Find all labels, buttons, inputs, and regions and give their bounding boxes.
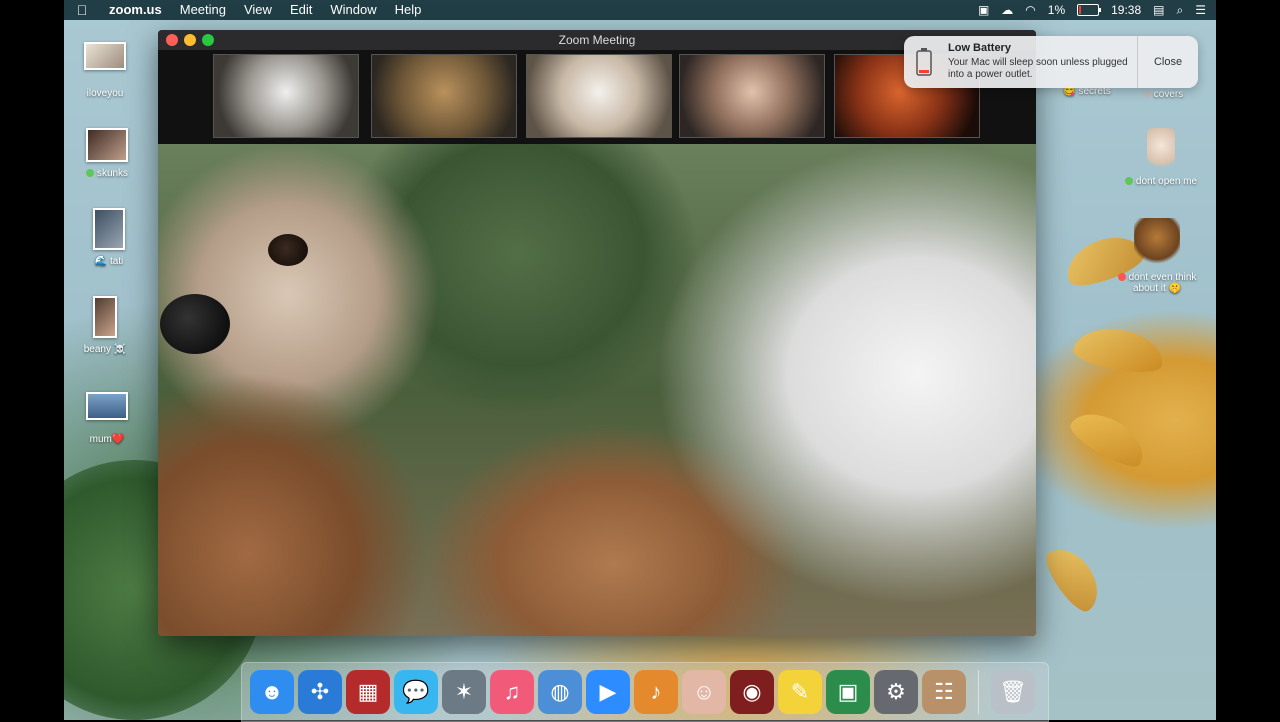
dock-stickies-icon[interactable]: ✎ (778, 670, 822, 714)
dock-launchpad-icon[interactable]: ✶ (442, 670, 486, 714)
menu-extras: ▣ ☁ ◠ 1% 19:38 ▤ ⌕ ☰ (978, 3, 1216, 18)
dock-face-app-icon[interactable]: ☺ (682, 670, 726, 714)
menu-clock[interactable]: 19:38 (1111, 3, 1141, 17)
dock-preview-icon[interactable]: ▣ (826, 670, 870, 714)
tag-dot (1124, 177, 1133, 186)
apple-menu-icon[interactable]:  (64, 2, 100, 18)
dock-contacts-icon[interactable]: ☷ (922, 670, 966, 714)
desktop-icon-emoji: 🤫 (1168, 283, 1182, 294)
window-title: Zoom Meeting (558, 33, 636, 47)
dock-messages-icon[interactable]: 💬 (394, 670, 438, 714)
menu-view[interactable]: View (235, 0, 281, 20)
participant-tile[interactable] (679, 54, 825, 138)
desktop-icon-iloveyou[interactable]: iloveyou (60, 42, 150, 99)
desktop-icon-mum[interactable]: mum❤️ (62, 392, 152, 445)
tag-dot (85, 169, 94, 178)
desktop-icon-dont-even-think[interactable]: dont even think about it 🤫 (1110, 218, 1204, 294)
dock-finder-icon[interactable]: ☻ (250, 670, 294, 714)
spotlight-search-icon[interactable]: ⌕ (1177, 3, 1184, 18)
desktop-icon-label-row: skunks (62, 168, 152, 179)
desktop-icon-label-row: dont even think about it 🤫 (1110, 272, 1204, 294)
desktop-icon-label: dont even think about it (1128, 272, 1197, 294)
video-dog-nose (160, 294, 230, 354)
participant-tile[interactable] (371, 54, 517, 138)
calendar-icon[interactable]: ▤ (1153, 3, 1164, 17)
notification-message: Your Mac will sleep soon unless plugged … (948, 57, 1128, 80)
desktop-icon-skunks[interactable]: skunks (62, 128, 152, 179)
minimize-window-button[interactable] (184, 34, 196, 46)
battery-icon[interactable] (1077, 4, 1102, 16)
notification-center-icon[interactable]: ☰ (1195, 3, 1206, 17)
menu-help[interactable]: Help (386, 0, 431, 20)
desktop-thumbnail (84, 42, 126, 70)
desktop-icon-label-row: beany ☠️ (60, 344, 150, 355)
desktop-icon-emoji: ❤️ (111, 434, 125, 445)
dock-safari-icon[interactable]: ✣ (298, 670, 342, 714)
desktop-icon-label-row: mum❤️ (62, 434, 152, 445)
desktop-thumbnail (93, 296, 117, 338)
desktop-icon-label: iloveyou (86, 88, 124, 99)
desktop-icon-tati[interactable]: 🌊 tati (64, 208, 154, 267)
participant-tile[interactable] (213, 54, 359, 138)
desktop-icon-label: beany (83, 344, 111, 355)
battery-percent: 1% (1047, 3, 1066, 17)
desktop-icon-covers[interactable]: covers (1118, 89, 1208, 100)
wallpaper-petal (1039, 539, 1109, 617)
desktop-icon-label-row: covers (1118, 89, 1208, 100)
desktop-thumbnail (93, 208, 125, 250)
zoom-meeting-window: Zoom Meeting (158, 30, 1036, 636)
desktop-icon-emoji: 🌊 (94, 256, 108, 267)
bunny-icon (1147, 128, 1175, 172)
creative-cloud-icon[interactable]: ☁ (1001, 3, 1013, 17)
dock-music-icon[interactable]: ♫ (490, 670, 534, 714)
menu-app-name[interactable]: zoom.us (100, 0, 171, 20)
menu-meeting[interactable]: Meeting (171, 0, 235, 20)
dock-garageband-icon[interactable]: ♪ (634, 670, 678, 714)
active-speaker-video[interactable] (158, 144, 1036, 636)
dock-zoom-icon[interactable]: ▶ (586, 670, 630, 714)
battery-warning-icon (904, 36, 944, 88)
dock-photo-booth-icon[interactable]: ▦ (346, 670, 390, 714)
participant-tile[interactable] (526, 54, 672, 138)
notification-title: Low Battery (948, 42, 1011, 54)
desktop-icon-emoji: ☠️ (113, 344, 127, 355)
dock-photo-booth-2-icon[interactable]: ◉ (730, 670, 774, 714)
desktop-icon-label: mum (89, 434, 112, 445)
dock-seal-app-icon[interactable]: ◍ (538, 670, 582, 714)
desktop-icon-label: covers (1153, 89, 1184, 100)
desktop-icon-label-row: 🌊 tati (64, 256, 154, 267)
desktop-thumbnail (86, 128, 128, 162)
dock: ☻ ✣ ▦ 💬 ✶ ♫ ◍ ▶ ♪ ☺ ◉ ✎ ▣ ⚙ ☷ 🗑 (241, 662, 1049, 722)
menu-edit[interactable]: Edit (281, 0, 321, 20)
dock-system-preferences-icon[interactable]: ⚙ (874, 670, 918, 714)
menu-bar:  zoom.us Meeting View Edit Window Help … (64, 0, 1216, 20)
wifi-icon[interactable]: ◠ (1025, 3, 1035, 17)
notification-close-button[interactable]: Close (1137, 36, 1198, 88)
tag-dot (1117, 273, 1126, 282)
desktop-icon-label: tati (109, 256, 124, 267)
desktop-icon-dont-open-me[interactable]: dont open me (1116, 128, 1206, 187)
dock-separator (978, 670, 979, 714)
menu-window[interactable]: Window (321, 0, 385, 20)
low-battery-notification[interactable]: Low Battery Your Mac will sleep soon unl… (904, 36, 1198, 88)
video-dog-eye (268, 234, 308, 266)
desktop-icon-label: skunks (96, 168, 129, 179)
zoom-status-icon[interactable]: ▣ (978, 3, 989, 17)
fullscreen-window-button[interactable] (202, 34, 214, 46)
dock-trash-icon[interactable]: 🗑 (991, 670, 1035, 714)
desktop-icon-label: dont open me (1135, 176, 1198, 187)
desktop-icon-beany[interactable]: beany ☠️ (60, 296, 150, 355)
close-window-button[interactable] (166, 34, 178, 46)
wallpaper-petal (1071, 322, 1167, 378)
tag-dot (1142, 90, 1151, 99)
desktop-thumbnail (86, 392, 128, 420)
wallpaper-petal (1065, 402, 1153, 474)
lion-icon (1134, 218, 1180, 266)
desktop-icon-label-row: dont open me (1116, 176, 1206, 187)
